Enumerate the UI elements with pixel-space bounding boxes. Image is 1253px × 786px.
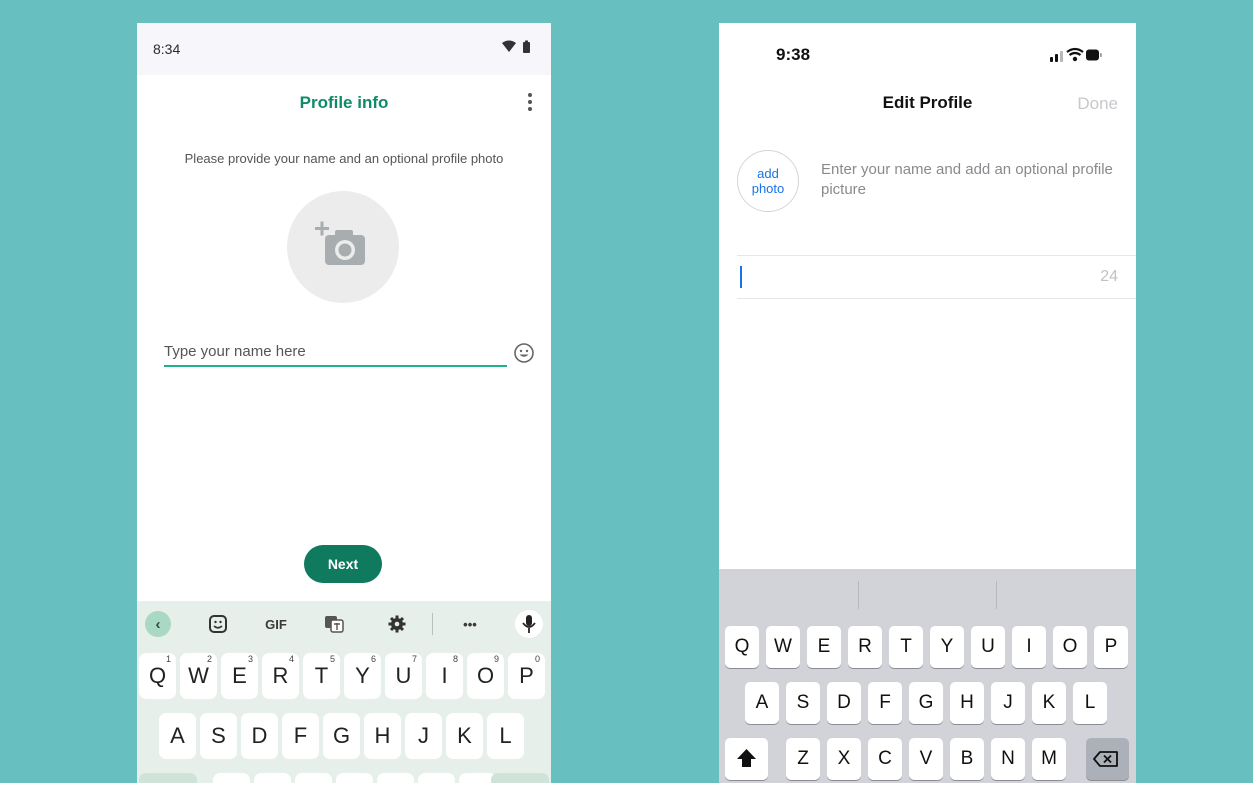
status-icons	[501, 40, 535, 59]
key-t[interactable]: T	[889, 626, 923, 668]
add-camera-icon	[315, 221, 365, 265]
instruction-text: Enter your name and add an optional prof…	[821, 161, 1113, 198]
key-a[interactable]: A	[159, 713, 196, 759]
wifi-icon	[1066, 47, 1084, 62]
shift-key[interactable]	[725, 738, 768, 780]
name-input[interactable]: Type your name here	[164, 343, 507, 367]
key-l[interactable]: L	[1073, 682, 1107, 724]
key-g[interactable]: G	[909, 682, 943, 724]
add-photo-label-line2: photo	[751, 181, 785, 196]
ios-screen: 9:38 Edit Profile Done add photo Enter y…	[719, 23, 1136, 786]
key-k[interactable]: K	[1032, 682, 1066, 724]
key-p[interactable]: P0	[508, 653, 545, 699]
key-o[interactable]: O	[1053, 626, 1087, 668]
sticker-icon[interactable]	[205, 612, 231, 636]
key-y[interactable]: Y6	[344, 653, 381, 699]
key-j[interactable]: J	[991, 682, 1025, 724]
gear-icon[interactable]	[384, 612, 410, 636]
key-l[interactable]: L	[487, 713, 524, 759]
wifi-icon	[502, 40, 516, 52]
key-u[interactable]: U	[971, 626, 1005, 668]
page: 8:34 Profile info Please provide your na…	[0, 0, 1253, 786]
key-f[interactable]: F	[868, 682, 902, 724]
backspace-key[interactable]	[1086, 738, 1129, 780]
page-title: Edit Profile	[882, 93, 973, 112]
key-a[interactable]: A	[745, 682, 779, 724]
key-h[interactable]: H	[364, 713, 401, 759]
status-bar: 8:34	[137, 23, 551, 75]
key-i[interactable]: I8	[426, 653, 463, 699]
text-cursor	[740, 266, 742, 288]
key-d[interactable]: D	[827, 682, 861, 724]
emoji-icon[interactable]	[513, 342, 535, 369]
key-b[interactable]: B	[950, 738, 984, 780]
key-i[interactable]: I	[1012, 626, 1046, 668]
key-v[interactable]: V	[909, 738, 943, 780]
key-n[interactable]: N	[991, 738, 1025, 780]
add-photo-label-line1: add	[757, 166, 779, 181]
status-time: 8:34	[153, 41, 181, 57]
key-w[interactable]: W	[766, 626, 800, 668]
profile-photo-button[interactable]	[287, 191, 399, 303]
key-s[interactable]: S	[200, 713, 237, 759]
key-y[interactable]: Y	[930, 626, 964, 668]
signal-icon	[1050, 51, 1063, 62]
key-e[interactable]: E3	[221, 653, 258, 699]
suggestion-divider	[858, 581, 859, 609]
keyboard-row-2: A S D F G H J K L	[137, 713, 551, 761]
keyboard-toolbar: ‹ GIF •••	[137, 601, 551, 647]
delete-icon	[1093, 751, 1118, 767]
toolbar-divider	[432, 613, 433, 635]
next-button[interactable]: Next	[304, 545, 382, 583]
gif-button[interactable]: GIF	[259, 612, 293, 636]
key-j[interactable]: J	[405, 713, 442, 759]
status-icons	[1050, 47, 1102, 68]
done-button[interactable]: Done	[1077, 94, 1118, 114]
keyboard: Q W E R T Y U I O P A S D F G H J K L Z	[719, 569, 1136, 786]
key-g[interactable]: G	[323, 713, 360, 759]
shift-icon	[737, 749, 756, 767]
battery-icon	[1086, 49, 1102, 61]
suggestion-divider	[996, 581, 997, 609]
instruction-text: Please provide your name and an optional…	[184, 151, 504, 166]
more-tools-button[interactable]: •••	[455, 612, 485, 636]
key-o[interactable]: O9	[467, 653, 504, 699]
character-counter: 24	[1100, 268, 1118, 285]
key-d[interactable]: D	[241, 713, 278, 759]
key-p[interactable]: P	[1094, 626, 1128, 668]
key-s[interactable]: S	[786, 682, 820, 724]
key-r[interactable]: R4	[262, 653, 299, 699]
key-q[interactable]: Q1	[139, 653, 176, 699]
key-r[interactable]: R	[848, 626, 882, 668]
page-title: Profile info	[299, 93, 389, 112]
key-h[interactable]: H	[950, 682, 984, 724]
keyboard: ‹ GIF ••• Q 1 W 2 E 3 R 4 T 5 Y 6 U 7 I …	[137, 601, 551, 786]
translate-icon[interactable]	[321, 612, 347, 636]
keyboard-row-1: Q1 W2 E3 R4 T5 Y6 U7 I8 O9 P0	[137, 653, 551, 701]
status-time: 9:38	[776, 45, 811, 64]
battery-icon	[523, 40, 530, 53]
key-c[interactable]: C	[868, 738, 902, 780]
microphone-icon[interactable]	[515, 610, 543, 638]
key-t[interactable]: T5	[303, 653, 340, 699]
key-q[interactable]: Q	[725, 626, 759, 668]
add-photo-button[interactable]: add photo	[737, 150, 799, 212]
key-m[interactable]: M	[1032, 738, 1066, 780]
key-k[interactable]: K	[446, 713, 483, 759]
key-w[interactable]: W2	[180, 653, 217, 699]
key-f[interactable]: F	[282, 713, 319, 759]
android-screen: 8:34 Profile info Please provide your na…	[137, 23, 551, 786]
key-e[interactable]: E	[807, 626, 841, 668]
name-input[interactable]: 24	[737, 255, 1136, 299]
key-u[interactable]: U7	[385, 653, 422, 699]
key-x[interactable]: X	[827, 738, 861, 780]
key-z[interactable]: Z	[786, 738, 820, 780]
collapse-toolbar-icon[interactable]: ‹	[145, 611, 171, 637]
more-options-icon[interactable]	[523, 91, 537, 113]
